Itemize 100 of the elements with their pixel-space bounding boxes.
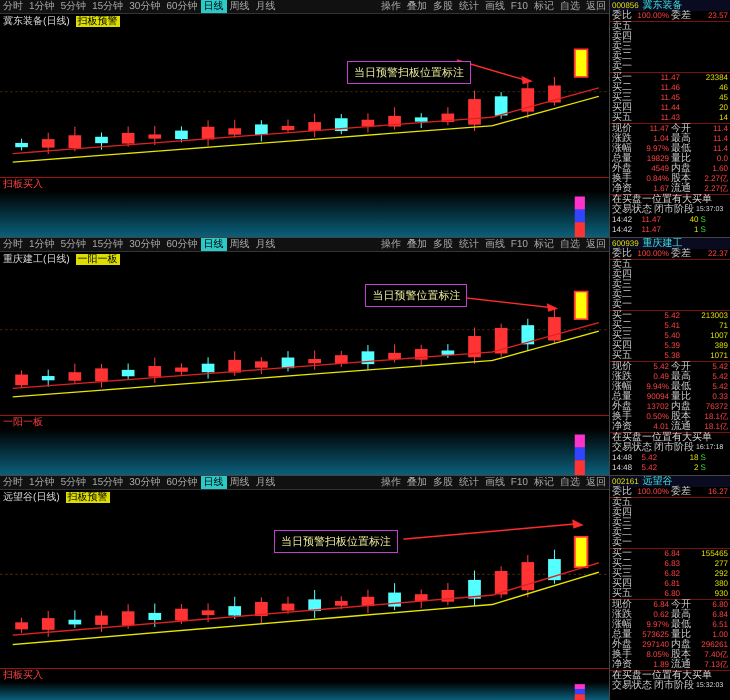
period-tab[interactable]: 1分钟 bbox=[26, 238, 58, 251]
field-label: 最低 bbox=[671, 382, 691, 392]
period-tab[interactable]: 月线 bbox=[252, 0, 278, 13]
period-tab[interactable]: 日线 bbox=[200, 238, 226, 251]
toolbar-button[interactable]: F10 bbox=[508, 238, 531, 251]
field-label: 现价 bbox=[612, 124, 632, 134]
candlestick bbox=[148, 357, 162, 384]
tick-volume: 40 bbox=[688, 215, 698, 225]
toolbar-button[interactable]: F10 bbox=[508, 476, 531, 489]
bid-price: 6.80 bbox=[663, 589, 680, 599]
period-tab[interactable]: 60分钟 bbox=[163, 476, 200, 489]
toolbar-button[interactable]: 多股 bbox=[430, 476, 456, 489]
candlestick bbox=[202, 602, 214, 623]
toolbar-button[interactable]: 多股 bbox=[430, 238, 456, 251]
field-value: 6.84 bbox=[652, 600, 669, 610]
candlestick bbox=[122, 604, 134, 630]
bid-price: 11.45 bbox=[660, 93, 680, 103]
candlestick bbox=[68, 610, 82, 628]
period-tab[interactable]: 日线 bbox=[200, 0, 226, 13]
period-tab[interactable]: 15分钟 bbox=[89, 0, 126, 13]
field-value: 闭市阶段 bbox=[654, 205, 694, 215]
candlestick bbox=[388, 344, 401, 363]
period-tab[interactable]: 分时 bbox=[0, 0, 26, 13]
period-tab[interactable]: 日线 bbox=[200, 476, 226, 489]
toolbar-button[interactable]: 画线 bbox=[482, 238, 508, 251]
period-tab[interactable]: 5分钟 bbox=[58, 238, 90, 251]
candlestick bbox=[494, 92, 508, 120]
period-tab[interactable]: 月线 bbox=[252, 476, 278, 489]
period-tab[interactable]: 5分钟 bbox=[58, 0, 90, 13]
toolbar-button[interactable]: 自选 bbox=[557, 476, 583, 489]
candlestick bbox=[521, 81, 534, 118]
period-tab[interactable]: 30分钟 bbox=[126, 476, 164, 489]
period-tab[interactable]: 30分钟 bbox=[126, 0, 164, 13]
candlestick bbox=[494, 323, 508, 358]
period-tab[interactable]: 周线 bbox=[226, 476, 252, 489]
toolbar-button[interactable]: 多股 bbox=[430, 0, 456, 13]
field-label: 总量 bbox=[612, 154, 632, 164]
toolbar-button[interactable]: 操作 bbox=[378, 476, 404, 489]
field-label: 最高 bbox=[671, 610, 691, 620]
toolbar-button[interactable]: 操作 bbox=[378, 0, 404, 13]
toolbar-button[interactable]: 自选 bbox=[557, 238, 583, 251]
field-label: 流通 bbox=[671, 660, 691, 670]
field-label: 股本 bbox=[671, 174, 691, 184]
indicator-bar bbox=[574, 684, 585, 700]
field-label: 流通 bbox=[671, 184, 691, 194]
period-tab[interactable]: 分时 bbox=[0, 238, 26, 251]
candlestick bbox=[68, 363, 82, 384]
period-tab[interactable]: 分时 bbox=[0, 476, 26, 489]
toolbar-button[interactable]: 叠加 bbox=[404, 238, 430, 251]
toolbar-button[interactable]: F10 bbox=[508, 0, 531, 13]
toolbar-button[interactable]: 画线 bbox=[482, 0, 508, 13]
toolbar-button[interactable]: 统计 bbox=[456, 238, 482, 251]
toolbar-button[interactable]: 标记 bbox=[531, 476, 557, 489]
toolbar-button[interactable]: 标记 bbox=[531, 238, 557, 251]
field-label: 委差 bbox=[671, 487, 691, 497]
bid-volume: 20 bbox=[718, 103, 728, 113]
toolbar-button[interactable]: 统计 bbox=[456, 476, 482, 489]
toolbar-button[interactable]: 画线 bbox=[482, 476, 508, 489]
field-label: 最低 bbox=[671, 144, 691, 154]
field-value: 19829 bbox=[646, 154, 669, 164]
bid-price: 6.84 bbox=[663, 549, 680, 559]
toolbar-button[interactable]: 返回 bbox=[583, 476, 609, 489]
toolbar-button[interactable]: 操作 bbox=[378, 238, 404, 251]
period-tab[interactable]: 周线 bbox=[226, 238, 252, 251]
field-value: 22.37 bbox=[706, 249, 728, 259]
field-label: 股本 bbox=[671, 650, 691, 660]
candlestick bbox=[15, 617, 28, 634]
field-value: 100.00% bbox=[636, 11, 669, 21]
candlestick bbox=[494, 566, 508, 598]
period-tab[interactable]: 15分钟 bbox=[89, 238, 126, 251]
field-label: 委比 bbox=[612, 11, 632, 21]
bid-volume: 389 bbox=[714, 341, 728, 351]
annotation-label: 当日预警扫板位置标注 bbox=[274, 530, 398, 554]
candlestick bbox=[574, 290, 588, 320]
field-label: 涨幅 bbox=[612, 620, 632, 630]
bid-volume: 1007 bbox=[709, 331, 728, 341]
period-tab[interactable]: 1分钟 bbox=[26, 476, 58, 489]
period-tab[interactable]: 60分钟 bbox=[163, 0, 200, 13]
period-tab[interactable]: 1分钟 bbox=[26, 0, 58, 13]
toolbar-button[interactable]: 叠加 bbox=[404, 476, 430, 489]
toolbar-button[interactable]: 返回 bbox=[583, 238, 609, 251]
field-value: 297140 bbox=[641, 640, 669, 650]
field-label: 涨跌 bbox=[612, 610, 632, 620]
toolbar-button[interactable]: 自选 bbox=[557, 0, 583, 13]
field-label: 量比 bbox=[671, 392, 691, 402]
candlestick bbox=[362, 589, 374, 614]
period-tab[interactable]: 60分钟 bbox=[163, 238, 200, 251]
toolbar-button[interactable]: 标记 bbox=[531, 0, 557, 13]
bid-price: 11.47 bbox=[660, 73, 680, 83]
toolbar-button[interactable]: 返回 bbox=[583, 0, 609, 13]
period-tab[interactable]: 30分钟 bbox=[126, 238, 164, 251]
period-tab[interactable]: 5分钟 bbox=[58, 476, 90, 489]
toolbar-button[interactable]: 统计 bbox=[456, 0, 482, 13]
period-tab[interactable]: 15分钟 bbox=[89, 476, 126, 489]
bid-volume: 23384 bbox=[704, 73, 728, 83]
period-tab[interactable]: 月线 bbox=[252, 238, 278, 251]
bid-label: 买四 bbox=[612, 579, 632, 589]
toolbar-button[interactable]: 叠加 bbox=[404, 0, 430, 13]
period-tab[interactable]: 周线 bbox=[226, 0, 252, 13]
tick-side: S bbox=[700, 463, 707, 473]
